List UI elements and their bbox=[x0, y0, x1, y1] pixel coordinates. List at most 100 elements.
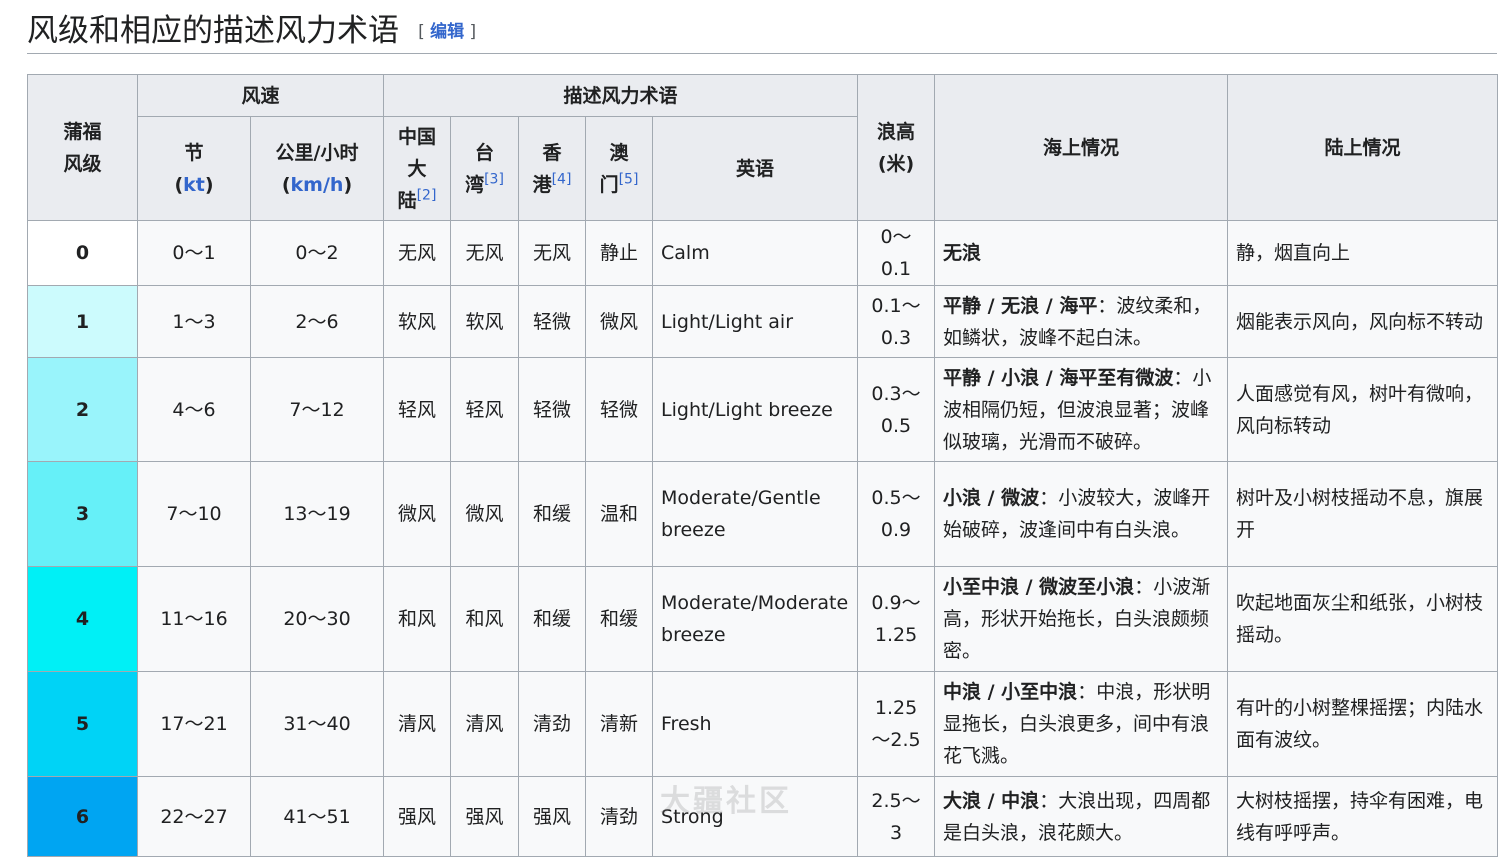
beaufort-table: 蒲福 风级 风速 描述风力术语 浪高 (米) 海上情况 陆上情况 节 (kt) 公里/… bbox=[27, 74, 1499, 857]
english-term-cell: Light/Light air bbox=[652, 285, 859, 358]
table-row: 4 11～16 20～30 和风 和风 和缓 和缓 Moderate/Moder… bbox=[27, 566, 1499, 672]
kmh-cell: 0～2 bbox=[249, 220, 385, 286]
wave-height-cell: 1.25～2.5 bbox=[857, 671, 936, 777]
hongkong-term-cell: 强风 bbox=[518, 776, 587, 857]
level-cell: 3 bbox=[27, 461, 138, 567]
knots-cell: 11～16 bbox=[137, 566, 251, 672]
level-cell: 4 bbox=[27, 566, 138, 672]
macau-term-cell: 轻微 bbox=[585, 357, 654, 462]
mainland-term-cell: 和风 bbox=[383, 566, 452, 672]
english-term-cell: Calm bbox=[652, 220, 859, 286]
ref-2-link[interactable]: [2] bbox=[417, 187, 437, 203]
knots-cell: 1～3 bbox=[137, 285, 251, 358]
level-cell: 0 bbox=[27, 220, 138, 286]
sea-condition-cell: 无浪 bbox=[934, 220, 1229, 286]
taiwan-term-cell: 强风 bbox=[450, 776, 520, 857]
sea-condition-cell: 大浪 / 中浪：大浪出现，四周都是白头浪，浪花颇大。 bbox=[934, 776, 1229, 857]
table-row: 3 7～10 13～19 微风 微风 和缓 温和 Moderate/Gentle… bbox=[27, 461, 1499, 567]
english-term-cell: Moderate/Gentle breeze bbox=[652, 461, 859, 567]
hongkong-term-cell: 和缓 bbox=[518, 461, 587, 567]
macau-term-cell: 微风 bbox=[585, 285, 654, 358]
macau-term-cell: 清劲 bbox=[585, 776, 654, 857]
table-row: 5 17～21 31～40 清风 清风 清劲 清新 Fresh 1.25～2.5… bbox=[27, 671, 1499, 777]
section-title: 风级和相应的描述风力术语 bbox=[27, 13, 399, 49]
land-condition-cell: 静，烟直向上 bbox=[1227, 220, 1499, 286]
header-macau: 澳门[5] bbox=[585, 116, 654, 221]
section-heading: 风级和相应的描述风力术语 [ 编辑 ] bbox=[27, 8, 1497, 54]
wave-height-cell: 0～0.1 bbox=[857, 220, 936, 286]
header-sea: 海上情况 bbox=[934, 74, 1229, 221]
wave-height-cell: 0.3～0.5 bbox=[857, 357, 936, 462]
ref-4-link[interactable]: [4] bbox=[552, 171, 572, 187]
table-body: 0 0～1 0～2 无风 无风 无风 静止 Calm 0～0.1 无浪 静，烟直… bbox=[27, 220, 1499, 857]
table-header: 蒲福 风级 风速 描述风力术语 浪高 (米) 海上情况 陆上情况 节 (kt) 公里/… bbox=[27, 74, 1499, 221]
level-cell: 5 bbox=[27, 671, 138, 777]
english-term-cell: Strong bbox=[652, 776, 859, 857]
ref-5-link[interactable]: [5] bbox=[619, 171, 639, 187]
kmh-cell: 41～51 bbox=[249, 776, 385, 857]
header-mainland: 中国大陆[2] bbox=[383, 116, 452, 221]
header-kmh: 公里/小时 (km/h) bbox=[249, 116, 385, 221]
header-taiwan: 台湾[3] bbox=[450, 116, 520, 221]
ref-3-link[interactable]: [3] bbox=[484, 171, 504, 187]
kmh-cell: 2～6 bbox=[249, 285, 385, 358]
edit-link[interactable]: 编辑 bbox=[430, 22, 464, 42]
knots-cell: 17～21 bbox=[137, 671, 251, 777]
knots-unit-link[interactable]: kt bbox=[183, 174, 205, 196]
table-row: 6 22～27 41～51 强风 强风 强风 清劲 Strong 2.5～3 大… bbox=[27, 776, 1499, 857]
taiwan-term-cell: 清风 bbox=[450, 671, 520, 777]
header-knots: 节 (kt) bbox=[137, 116, 251, 221]
kmh-cell: 7～12 bbox=[249, 357, 385, 462]
mainland-term-cell: 强风 bbox=[383, 776, 452, 857]
hongkong-term-cell: 轻微 bbox=[518, 357, 587, 462]
land-condition-cell: 树叶及小树枝摇动不息，旗展开 bbox=[1227, 461, 1499, 567]
sea-condition-cell: 中浪 / 小至中浪：中浪，形状明显拖长，白头浪更多，间中有浪花飞溅。 bbox=[934, 671, 1229, 777]
kmh-cell: 31～40 bbox=[249, 671, 385, 777]
hongkong-term-cell: 轻微 bbox=[518, 285, 587, 358]
table-row: 1 1～3 2～6 软风 软风 轻微 微风 Light/Light air 0.… bbox=[27, 285, 1499, 358]
english-term-cell: Moderate/Moderate breeze bbox=[652, 566, 859, 672]
land-condition-cell: 有叶的小树整棵摇摆；内陆水面有波纹。 bbox=[1227, 671, 1499, 777]
wave-height-cell: 0.9～1.25 bbox=[857, 566, 936, 672]
mainland-term-cell: 微风 bbox=[383, 461, 452, 567]
level-cell: 6 bbox=[27, 776, 138, 857]
header-land: 陆上情况 bbox=[1227, 74, 1499, 221]
taiwan-term-cell: 软风 bbox=[450, 285, 520, 358]
knots-cell: 7～10 bbox=[137, 461, 251, 567]
header-beaufort: 蒲福 风级 bbox=[27, 74, 138, 221]
header-english: 英语 bbox=[652, 116, 859, 221]
english-term-cell: Light/Light breeze bbox=[652, 357, 859, 462]
mainland-term-cell: 清风 bbox=[383, 671, 452, 777]
table-row: 0 0～1 0～2 无风 无风 无风 静止 Calm 0～0.1 无浪 静，烟直… bbox=[27, 220, 1499, 286]
hongkong-term-cell: 和缓 bbox=[518, 566, 587, 672]
wave-height-cell: 0.1～0.3 bbox=[857, 285, 936, 358]
mainland-term-cell: 软风 bbox=[383, 285, 452, 358]
level-cell: 2 bbox=[27, 357, 138, 462]
mainland-term-cell: 无风 bbox=[383, 220, 452, 286]
land-condition-cell: 大树枝摇摆，持伞有困难，电线有呼呼声。 bbox=[1227, 776, 1499, 857]
kmh-cell: 20～30 bbox=[249, 566, 385, 672]
wave-height-cell: 2.5～3 bbox=[857, 776, 936, 857]
header-speed-group: 风速 bbox=[136, 74, 385, 117]
sea-condition-cell: 平静 / 无浪 / 海平：波纹柔和，如鳞状，波峰不起白沫。 bbox=[934, 285, 1229, 358]
mainland-term-cell: 轻风 bbox=[383, 357, 452, 462]
header-terms-group: 描述风力术语 bbox=[383, 74, 859, 117]
macau-term-cell: 和缓 bbox=[585, 566, 654, 672]
knots-cell: 22～27 bbox=[137, 776, 251, 857]
sea-condition-cell: 平静 / 小浪 / 海平至有微波：小波相隔仍短，但波浪显著；波峰似玻璃，光滑而不… bbox=[934, 357, 1229, 462]
land-condition-cell: 人面感觉有风，树叶有微响，风向标转动 bbox=[1227, 357, 1499, 462]
sea-condition-cell: 小浪 / 微波：小波较大，波峰开始破碎，波逢间中有白头浪。 bbox=[934, 461, 1229, 567]
knots-cell: 4～6 bbox=[137, 357, 251, 462]
kmh-unit-link[interactable]: km/h bbox=[291, 174, 344, 196]
macau-term-cell: 清新 bbox=[585, 671, 654, 777]
land-condition-cell: 吹起地面灰尘和纸张，小树枝摇动。 bbox=[1227, 566, 1499, 672]
wave-height-cell: 0.5～0.9 bbox=[857, 461, 936, 567]
taiwan-term-cell: 和风 bbox=[450, 566, 520, 672]
taiwan-term-cell: 无风 bbox=[450, 220, 520, 286]
level-cell: 1 bbox=[27, 285, 138, 358]
header-hongkong: 香港[4] bbox=[518, 116, 587, 221]
taiwan-term-cell: 微风 bbox=[450, 461, 520, 567]
land-condition-cell: 烟能表示风向，风向标不转动 bbox=[1227, 285, 1499, 358]
table-row: 2 4～6 7～12 轻风 轻风 轻微 轻微 Light/Light breez… bbox=[27, 357, 1499, 462]
edit-section: [ 编辑 ] bbox=[418, 22, 477, 42]
